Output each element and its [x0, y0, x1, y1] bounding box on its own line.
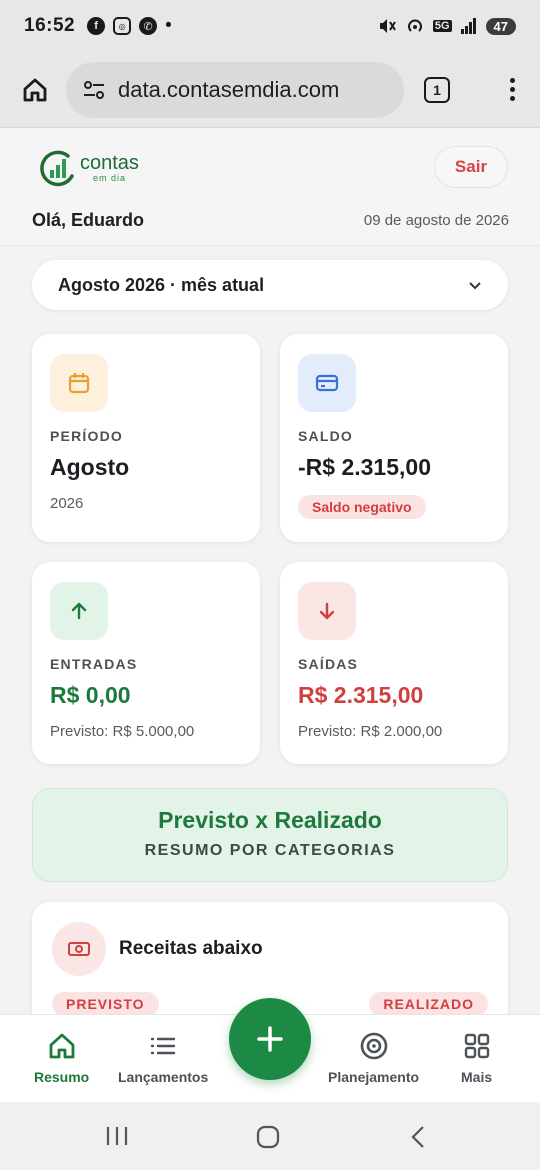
- nav-label-planejamento: Planejamento: [328, 1069, 420, 1085]
- recent-apps-icon: [106, 1127, 128, 1145]
- nav-label-mais: Mais: [461, 1069, 493, 1085]
- revenue-icon-box: [52, 922, 106, 976]
- forecast-pill: PREVISTO: [52, 992, 159, 1014]
- period-card: PERÍODO Agosto 2026: [32, 334, 260, 542]
- recent-apps-button[interactable]: [104, 1124, 130, 1153]
- expenses-icon-box: [298, 582, 356, 640]
- greeting-text: Olá, Eduardo: [32, 210, 145, 230]
- expenses-label: SAÍDAS: [298, 656, 359, 672]
- system-navigation-bar: [0, 1102, 540, 1170]
- app-logo: contas em dia: [38, 148, 139, 188]
- nav-item-resumo[interactable]: Resumo: [34, 1031, 89, 1085]
- browser-menu-button[interactable]: [502, 78, 522, 101]
- cash-icon: [68, 942, 90, 956]
- nav-item-mais[interactable]: Mais: [461, 1031, 492, 1085]
- logout-button[interactable]: Sair: [434, 146, 508, 188]
- month-selector-value: Agosto 2026 · mês atual: [58, 274, 265, 295]
- nav-label-lancamentos: Lançamentos: [118, 1069, 209, 1085]
- period-icon-box: [50, 354, 108, 412]
- facebook-icon: f: [87, 17, 106, 35]
- site-settings-icon[interactable]: [82, 78, 106, 102]
- arrow-up-icon: [71, 602, 87, 620]
- calendar-icon: [68, 373, 90, 394]
- balance-value: -R$ 2.315,00: [298, 454, 431, 480]
- grid-icon: [464, 1033, 489, 1059]
- month-selector[interactable]: Agosto 2026 · mês atual: [32, 260, 508, 310]
- status-right: 5G 47: [377, 16, 516, 36]
- expenses-card: SAÍDAS R$ 2.315,00 Previsto: R$ 2.000,00: [280, 562, 508, 764]
- status-bar: 16:52 f ◎ ✆ • 5G 47: [0, 0, 540, 52]
- balance-card: SALDO -R$ 2.315,00 Saldo negativo: [280, 334, 508, 542]
- more-notifications-dot: •: [165, 15, 172, 36]
- home-icon: [49, 1033, 75, 1059]
- mute-icon: [379, 19, 396, 33]
- period-value: Agosto: [50, 454, 130, 480]
- balance-label: SALDO: [298, 428, 353, 444]
- tab-switcher-button[interactable]: 1: [424, 76, 450, 103]
- chevron-down-icon: [469, 282, 481, 290]
- instagram-icon: ◎: [113, 17, 132, 35]
- target-icon: [360, 1032, 387, 1060]
- income-card: ENTRADAS R$ 0,00 Previsto: R$ 5.000,00: [32, 562, 260, 764]
- logo-icon: [40, 150, 74, 187]
- income-icon-box: [50, 582, 108, 640]
- app-header: contas em dia Sair Olá, Eduardo 09 de ag…: [0, 128, 540, 246]
- forecast-vs-actual-banner[interactable]: Previsto x Realizado RESUMO POR CATEGORI…: [32, 788, 508, 882]
- list-icon: [150, 1037, 176, 1055]
- hotspot-icon: [407, 19, 422, 32]
- home-circle-icon: [256, 1125, 280, 1149]
- plus-icon: [257, 1026, 283, 1052]
- nav-item-lancamentos[interactable]: Lançamentos: [118, 1031, 208, 1085]
- notification-icons: f ◎ ✆ •: [87, 15, 172, 37]
- income-value: R$ 0,00: [50, 682, 131, 708]
- forecast-vs-actual-title: Previsto x Realizado: [158, 807, 382, 833]
- network-type: 5G: [432, 20, 452, 32]
- url-text: data.contasemdia.com: [118, 76, 340, 102]
- credit-card-icon: [315, 374, 339, 392]
- logo-brand: contas: [80, 152, 139, 174]
- period-year: 2026: [50, 495, 84, 512]
- status-time: 16:52: [24, 15, 76, 36]
- expenses-forecast: Previsto: R$ 2.000,00: [298, 723, 443, 740]
- logo-subtitle: em dia: [92, 173, 126, 183]
- actual-pill: REALIZADO: [369, 992, 488, 1014]
- expenses-value: R$ 2.315,00: [298, 682, 424, 708]
- income-label: ENTRADAS: [50, 656, 138, 672]
- browser-home-button[interactable]: [18, 73, 52, 107]
- system-home-button[interactable]: [255, 1124, 281, 1155]
- current-date: 09 de agosto de 2026: [363, 212, 509, 229]
- back-button[interactable]: [406, 1124, 432, 1155]
- home-icon: [23, 78, 47, 101]
- balance-status-badge: Saldo negativo: [298, 495, 426, 519]
- balance-icon-box: [298, 354, 356, 412]
- nav-item-planejamento[interactable]: Planejamento: [328, 1031, 419, 1085]
- income-forecast: Previsto: R$ 5.000,00: [50, 723, 195, 740]
- nav-label-resumo: Resumo: [34, 1069, 90, 1085]
- signal-icon: [460, 18, 476, 34]
- battery-indicator: 47: [485, 17, 516, 35]
- forecast-vs-actual-subtitle: RESUMO POR CATEGORIAS: [144, 842, 396, 859]
- page-content: contas em dia Sair Olá, Eduardo 09 de ag…: [0, 128, 540, 1014]
- add-transaction-button[interactable]: [229, 998, 311, 1080]
- revenue-below-title: Receitas abaixo: [119, 938, 263, 959]
- arrow-down-icon: [319, 602, 335, 620]
- whatsapp-icon: ✆: [139, 17, 158, 35]
- period-label: PERÍODO: [50, 428, 123, 444]
- back-arrow-icon: [411, 1126, 424, 1148]
- browser-toolbar: data.contasemdia.com 1: [0, 52, 540, 128]
- address-bar[interactable]: data.contasemdia.com: [66, 61, 404, 118]
